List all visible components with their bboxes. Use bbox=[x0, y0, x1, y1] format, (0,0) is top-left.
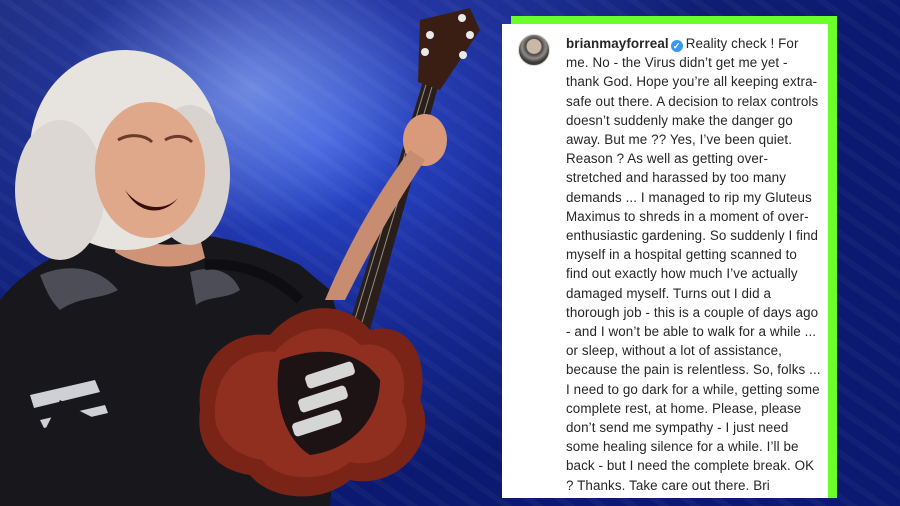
post-caption: brianmayforreal ✓ Reality check ! For me. … bbox=[566, 34, 822, 495]
caption-body: Reality check ! For me. No - the Virus d… bbox=[566, 36, 821, 493]
instagram-post-card: brianmayforreal ✓ Reality check ! For me. … bbox=[502, 24, 828, 498]
face bbox=[95, 102, 205, 238]
username-link[interactable]: brianmayforreal bbox=[566, 36, 669, 51]
verified-badge-icon: ✓ bbox=[670, 40, 683, 52]
avatar[interactable] bbox=[518, 34, 550, 66]
